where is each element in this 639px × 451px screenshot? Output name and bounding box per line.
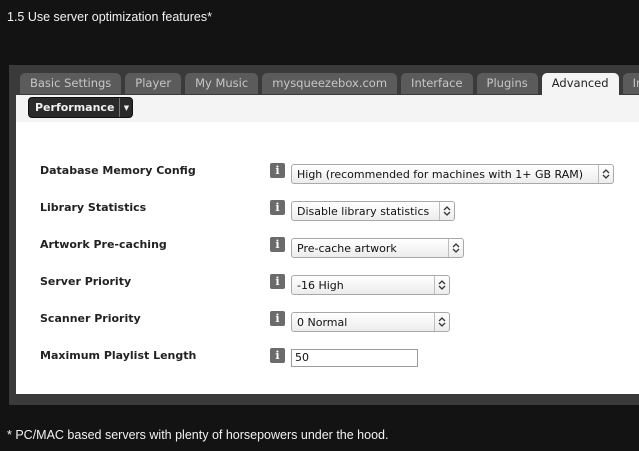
server-priority-label: Server Priority [40,275,132,288]
database-memory-config-select[interactable]: High (recommended for machines with 1+ G… [291,164,614,184]
tab-mysqueezebox[interactable]: mysqueezebox.com [262,73,398,94]
select-value: Disable library statistics [297,204,430,218]
artwork-precaching-select[interactable]: Pre-cache artwork [291,238,464,258]
page-heading: 1.5 Use server optimization features* [7,10,212,24]
select-arrows-icon [598,165,613,183]
database-memory-config-label: Database Memory Config [40,164,196,177]
max-playlist-length-label: Maximum Playlist Length [40,349,197,362]
info-icon[interactable]: i [270,348,285,363]
tab-basic-settings[interactable]: Basic Settings [20,73,122,94]
info-icon[interactable]: i [270,200,285,215]
select-arrows-icon [434,313,449,331]
library-statistics-label: Library Statistics [40,201,147,214]
tab-plugins[interactable]: Plugins [476,73,538,94]
max-playlist-length-input[interactable]: 50 [291,349,418,367]
info-icon[interactable]: i [270,237,285,252]
info-icon[interactable]: i [270,163,285,178]
tab-advanced[interactable]: Advanced [541,73,619,96]
select-value: 0 Normal [297,315,348,329]
chevron-down-icon: ▼ [119,98,132,117]
tab-info[interactable]: Info [622,73,639,94]
select-value: Pre-cache artwork [297,241,397,255]
info-icon[interactable]: i [270,274,285,289]
select-value: High (recommended for machines with 1+ G… [297,167,584,181]
scanner-priority-select[interactable]: 0 Normal [291,312,450,332]
select-arrows-icon [434,276,449,294]
select-arrows-icon [448,239,463,257]
tab-my-music[interactable]: My Music [185,73,259,94]
select-arrows-icon [439,202,454,220]
select-value: -16 High [297,278,344,292]
section-menu-button[interactable]: Performance ▼ [28,97,134,118]
library-statistics-select[interactable]: Disable library statistics [291,201,455,221]
info-icon[interactable]: i [270,311,285,326]
section-menu-label: Performance [35,101,115,114]
server-priority-select[interactable]: -16 High [291,275,450,295]
tab-bar: Basic Settings Player My Music mysqueeze… [20,73,639,96]
tab-interface[interactable]: Interface [401,73,473,94]
footnote: * PC/MAC based servers with plenty of ho… [7,428,389,442]
artwork-precaching-label: Artwork Pre-caching [40,238,167,251]
scanner-priority-label: Scanner Priority [40,312,141,325]
tab-player[interactable]: Player [125,73,182,94]
